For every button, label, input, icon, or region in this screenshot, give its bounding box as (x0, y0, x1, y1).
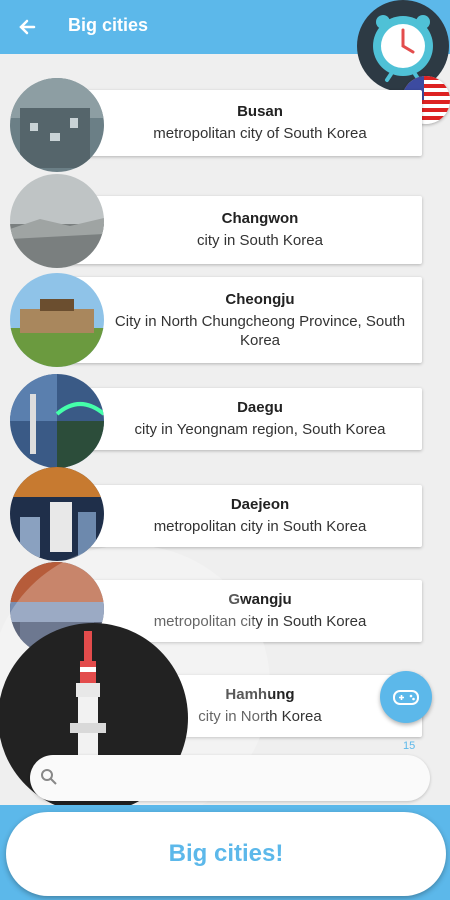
city-description: metropolitan city of South Korea (153, 125, 367, 142)
city-photo (10, 273, 104, 367)
back-arrow-icon[interactable] (14, 13, 42, 41)
gamepad-icon (393, 690, 419, 705)
city-photo (10, 374, 104, 468)
search-icon (40, 768, 58, 786)
page-title: Big cities (68, 15, 149, 35)
city-name: Changwon (221, 210, 299, 227)
big-cities-button[interactable]: Big cities! (6, 812, 446, 896)
search-input[interactable] (30, 755, 430, 801)
city-photo (10, 467, 104, 561)
city-card[interactable]: Busan metropolitan city of South Korea (62, 90, 422, 156)
city-photo (10, 174, 104, 268)
item-count: 15 (403, 740, 416, 752)
city-description: city in Yeongnam region, South Korea (134, 421, 386, 438)
game-button[interactable] (380, 671, 432, 723)
city-description: city in South Korea (197, 232, 323, 249)
city-name: Daejeon (230, 496, 290, 513)
city-name: Busan (237, 103, 283, 120)
city-description: City in North Chungcheong Province, Sout… (114, 312, 406, 349)
city-card[interactable]: Daejeon metropolitan city in South Korea (62, 485, 422, 547)
city-card[interactable]: Changwon city in South Korea (62, 196, 422, 264)
city-name: Daegu (237, 399, 283, 416)
city-card[interactable]: Cheongju City in North Chungcheong Provi… (62, 277, 422, 363)
city-card[interactable]: Daegu city in Yeongnam region, South Kor… (62, 388, 422, 450)
city-name: Cheongju (225, 290, 295, 308)
big-cities-button-label: Big cities! (168, 840, 284, 867)
city-description: metropolitan city in South Korea (153, 518, 367, 535)
city-photo (10, 78, 104, 172)
